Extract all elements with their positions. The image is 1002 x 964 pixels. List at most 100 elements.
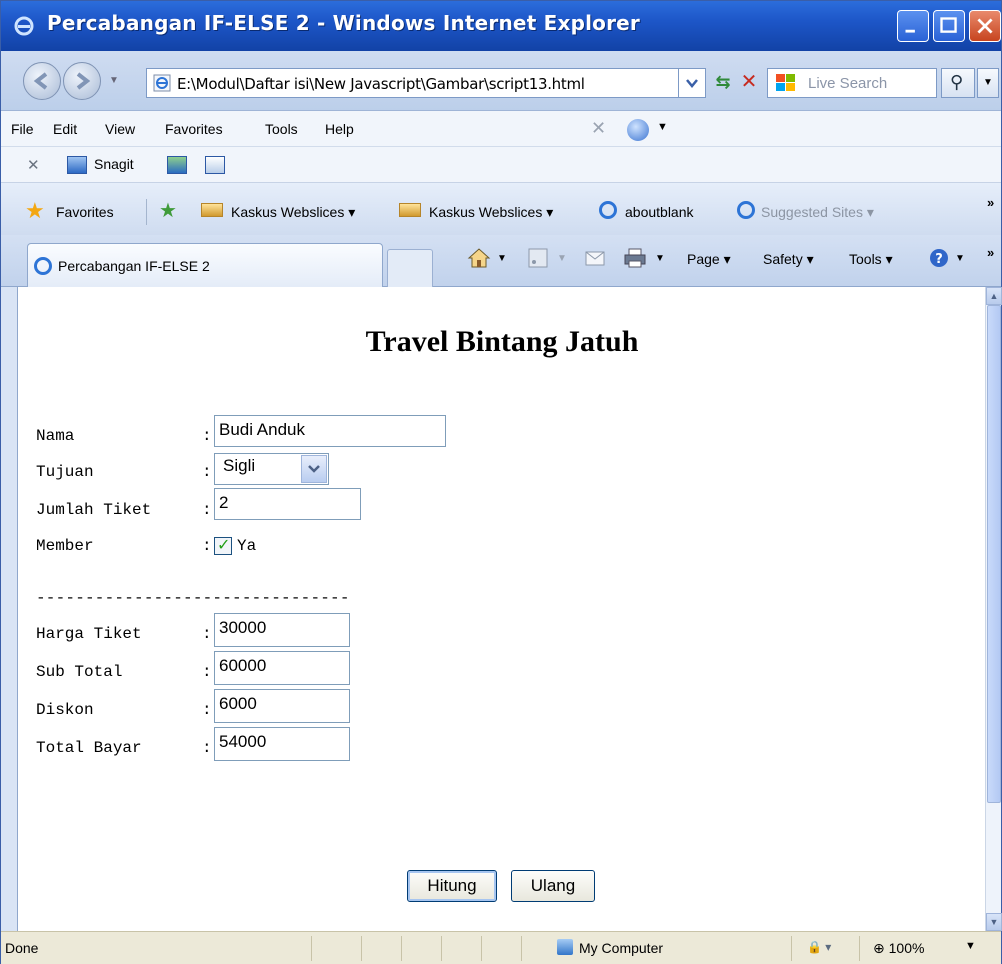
svg-text:?: ? <box>935 252 943 267</box>
snagit-toolbar: ✕ Snagit <box>1 147 1001 183</box>
diskon-input[interactable]: 6000 <box>214 689 350 723</box>
snagit-label[interactable]: Snagit <box>94 156 134 172</box>
menu-view[interactable]: View <box>105 121 135 137</box>
menu-edit[interactable]: Edit <box>53 121 77 137</box>
divider <box>441 936 442 961</box>
navigation-bar: ▼ E:\Modul\Daftar isi\New Javascript\Gam… <box>1 51 1001 111</box>
feeds-icon[interactable] <box>527 247 551 269</box>
webslice-icon <box>399 203 421 217</box>
fav-item-kaskus-webslices-2[interactable]: Kaskus Webslices ▾ <box>429 204 553 221</box>
home-dropdown-icon[interactable]: ▼ <box>497 253 507 264</box>
page-menu[interactable]: Page ▾ <box>687 251 731 268</box>
menu-favorites[interactable]: Favorites <box>165 121 223 137</box>
fav-item-aboutblank[interactable]: aboutblank <box>625 204 694 220</box>
hitung-button[interactable]: Hitung <box>407 870 497 902</box>
command-overflow-icon[interactable]: » <box>987 245 994 260</box>
vertical-scrollbar[interactable]: ▲ ▼ <box>985 287 1002 931</box>
colon: : <box>202 663 212 681</box>
fav-item-suggested-sites[interactable]: Suggested Sites ▾ <box>761 204 874 221</box>
ie-page-icon <box>599 201 617 219</box>
ie-page-icon <box>34 257 52 275</box>
toolbar-addon-icon[interactable] <box>627 119 649 141</box>
search-button[interactable]: ⚲ <box>941 68 975 98</box>
snagit-open-icon[interactable] <box>205 156 225 174</box>
close-button[interactable] <box>969 10 1001 42</box>
colon: : <box>202 427 212 445</box>
colon: : <box>202 501 212 519</box>
menu-bar: File Edit View Favorites Tools Help ✕ ▼ <box>1 111 1001 147</box>
scroll-up-button[interactable]: ▲ <box>986 287 1002 305</box>
search-options-button[interactable]: ▼ <box>977 68 999 98</box>
checkmark-icon: ✓ <box>217 537 231 554</box>
chevron-down-icon <box>308 465 320 473</box>
jumlah-tiket-input[interactable]: 2 <box>214 488 361 520</box>
address-field[interactable]: E:\Modul\Daftar isi\New Javascript\Gamba… <box>146 68 680 98</box>
safety-menu[interactable]: Safety ▾ <box>763 251 814 268</box>
recent-pages-dropdown-icon[interactable]: ▼ <box>109 75 119 86</box>
tools-menu[interactable]: Tools ▾ <box>849 251 893 268</box>
menu-help[interactable]: Help <box>325 121 354 137</box>
menu-file[interactable]: File <box>11 121 34 137</box>
zoom-level[interactable]: ⊕ 100% <box>873 940 924 957</box>
favorites-overflow-icon[interactable]: » <box>987 195 994 210</box>
browser-window: Percabangan IF-ELSE 2 - Windows Internet… <box>0 0 1002 964</box>
fav-item-kaskus-webslices-1[interactable]: Kaskus Webslices ▾ <box>231 204 355 221</box>
protected-mode-icon[interactable]: 🔒 ▾ <box>807 940 831 954</box>
separator-line: -------------------------------- <box>36 589 350 607</box>
webslice-icon <box>201 203 223 217</box>
label-harga-tiket: Harga Tiket <box>36 625 142 643</box>
favorites-bar: ★ Favorites ★ Kaskus Webslices ▾ Kaskus … <box>1 183 1001 235</box>
select-dropdown-button[interactable] <box>301 455 327 483</box>
stop-button[interactable]: ✕ <box>735 68 763 98</box>
colon: : <box>202 463 212 481</box>
address-text: E:\Modul\Daftar isi\New Javascript\Gamba… <box>177 75 585 93</box>
maximize-button[interactable] <box>933 10 965 42</box>
page-content: Travel Bintang Jatuh Nama : Budi Anduk T… <box>17 287 985 931</box>
computer-zone-icon <box>557 939 573 955</box>
help-dropdown-icon[interactable]: ▼ <box>955 253 965 264</box>
search-field[interactable]: Live Search <box>767 68 937 98</box>
member-checkbox[interactable]: ✓ <box>214 537 232 555</box>
sub-total-input[interactable]: 60000 <box>214 651 350 685</box>
favorites-button[interactable]: Favorites <box>56 204 114 220</box>
read-mail-icon[interactable] <box>583 247 607 269</box>
close-snagit-toolbar-icon[interactable]: ✕ <box>27 156 40 174</box>
zoom-dropdown-icon[interactable]: ▼ <box>965 940 976 952</box>
label-sub-total: Sub Total <box>36 663 123 681</box>
feeds-dropdown-icon[interactable]: ▼ <box>557 253 567 264</box>
toolbar-addon-dropdown-icon[interactable]: ▼ <box>657 121 668 133</box>
add-favorite-icon[interactable]: ★ <box>159 200 177 222</box>
scroll-down-button[interactable]: ▼ <box>986 913 1002 931</box>
refresh-button[interactable]: ⇆ <box>709 68 737 98</box>
member-checkbox-label[interactable]: Ya <box>237 537 256 555</box>
harga-tiket-input[interactable]: 30000 <box>214 613 350 647</box>
total-bayar-input[interactable]: 54000 <box>214 727 350 761</box>
new-tab-button[interactable] <box>387 249 433 287</box>
close-toolbar-icon[interactable]: ✕ <box>591 118 606 139</box>
menu-tools[interactable]: Tools <box>265 121 298 137</box>
forward-button[interactable] <box>63 62 101 100</box>
back-button[interactable] <box>23 62 61 100</box>
label-jumlah-tiket: Jumlah Tiket <box>36 501 152 519</box>
forward-arrow-icon <box>76 72 91 90</box>
favorites-star-icon[interactable]: ★ <box>25 200 49 224</box>
divider <box>146 199 147 225</box>
tab-percabangan-if-else-2[interactable]: Percabangan IF-ELSE 2 <box>27 243 383 287</box>
print-icon[interactable] <box>623 247 647 269</box>
ulang-button[interactable]: Ulang <box>511 870 595 902</box>
divider <box>481 936 482 961</box>
minimize-button[interactable] <box>897 10 929 42</box>
nama-input[interactable]: Budi Anduk <box>214 415 446 447</box>
snagit-icon[interactable] <box>67 156 87 174</box>
snagit-capture-icon[interactable] <box>167 156 187 174</box>
divider <box>361 936 362 961</box>
divider <box>401 936 402 961</box>
tujuan-select[interactable]: Sigli <box>214 453 329 485</box>
divider <box>521 936 522 961</box>
help-icon[interactable]: ? <box>927 247 951 269</box>
scroll-thumb[interactable] <box>987 305 1001 803</box>
address-dropdown-button[interactable] <box>678 68 706 98</box>
back-arrow-icon <box>33 72 48 90</box>
print-dropdown-icon[interactable]: ▼ <box>655 253 665 264</box>
home-icon[interactable] <box>467 247 491 269</box>
